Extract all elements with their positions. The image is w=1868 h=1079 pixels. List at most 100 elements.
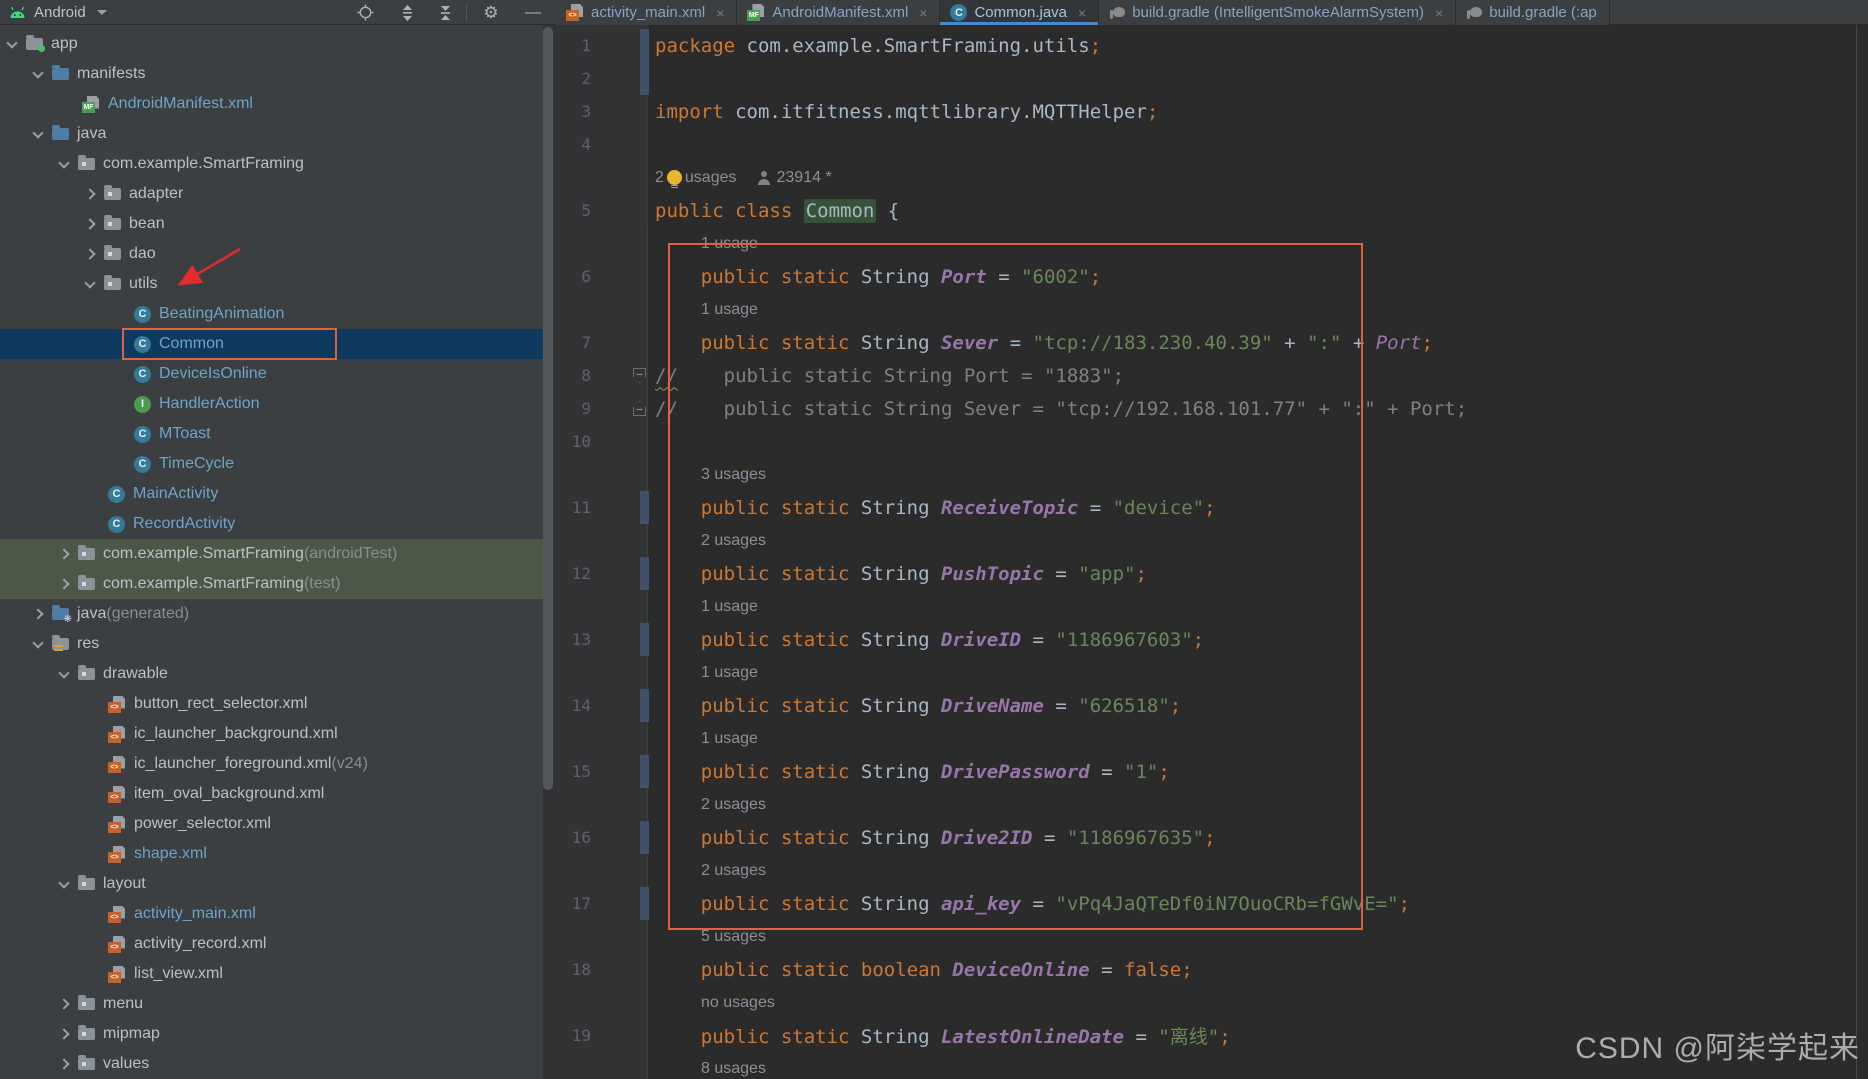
- module-selector[interactable]: Android: [8, 0, 107, 25]
- editor-tab-2[interactable]: MFAndroidManifest.xml×: [737, 0, 940, 25]
- tree-item-adapter[interactable]: adapter: [0, 179, 543, 209]
- tree-item-beatinganimation[interactable]: CBeatingAnimation: [0, 299, 543, 329]
- tree-item-androidmanifest-xml[interactable]: MFAndroidManifest.xml: [0, 89, 543, 119]
- chevron-expanded-icon[interactable]: [58, 157, 69, 168]
- tree-item-ic-launcher-foreground-xml[interactable]: <>ic_launcher_foreground.xml (v24): [0, 749, 543, 779]
- usages-hint[interactable]: 1 usage: [648, 235, 758, 253]
- chevron-collapsed-icon[interactable]: [58, 578, 69, 589]
- tree-item-com-example-smartframing[interactable]: com.example.SmartFraming (test): [0, 569, 543, 599]
- editor-tab-1[interactable]: <>activity_main.xml×: [556, 0, 737, 25]
- collapse-all-icon[interactable]: [432, 0, 458, 25]
- fold-region-icon[interactable]: –: [633, 368, 646, 383]
- chevron-collapsed-icon[interactable]: [58, 548, 69, 559]
- tree-item-power-selector-xml[interactable]: <>power_selector.xml: [0, 809, 543, 839]
- code-line-15: 15 public static String DrivePassword = …: [543, 755, 1868, 788]
- chevron-expanded-icon[interactable]: [58, 667, 69, 678]
- usages-hint[interactable]: 2 usages: [648, 532, 766, 550]
- tree-item-utils[interactable]: utils: [0, 269, 543, 299]
- tree-item-app[interactable]: app: [0, 29, 543, 59]
- code-editor[interactable]: 1package com.example.SmartFraming.utils;…: [543, 25, 1868, 1079]
- close-icon[interactable]: ×: [1435, 5, 1443, 21]
- tree-item-java[interactable]: java: [0, 119, 543, 149]
- tree-item-recordactivity[interactable]: CRecordActivity: [0, 509, 543, 539]
- usages-hint[interactable]: 5 usages: [648, 928, 766, 946]
- editor-tab-5[interactable]: build.gradle (:ap: [1456, 0, 1610, 25]
- chevron-collapsed-icon[interactable]: [84, 248, 95, 259]
- usages-hint[interactable]: 1 usage: [648, 664, 758, 682]
- tree-item-drawable[interactable]: drawable: [0, 659, 543, 689]
- gutter-column: [600, 524, 648, 557]
- tree-item-dao[interactable]: dao: [0, 239, 543, 269]
- author-hint[interactable]: 23914 *: [777, 169, 832, 187]
- settings-icon[interactable]: ⚙: [478, 0, 504, 25]
- tree-item-deviceisonline[interactable]: CDeviceIsOnline: [0, 359, 543, 389]
- code-text: public static String LatestOnlineDate = …: [648, 1022, 1231, 1049]
- tree-item-res[interactable]: res: [0, 629, 543, 659]
- editor-scrollbar-track[interactable]: [1856, 25, 1857, 1079]
- fold-region-icon[interactable]: –: [633, 401, 646, 416]
- tree-item-handleraction[interactable]: IHandlerAction: [0, 389, 543, 419]
- class-icon: C: [134, 336, 151, 353]
- tree-item-list-view-xml[interactable]: <>list_view.xml: [0, 959, 543, 989]
- tree-item-menu[interactable]: menu: [0, 989, 543, 1019]
- usages-hint[interactable]: 1 usage: [648, 730, 758, 748]
- android-studio-window: Android: [0, 0, 1868, 1079]
- intention-bulb-icon[interactable]: [667, 170, 682, 185]
- tree-item-mainactivity[interactable]: CMainActivity: [0, 479, 543, 509]
- close-icon[interactable]: ×: [716, 5, 724, 21]
- tree-item-label: power_selector.xml: [134, 815, 271, 833]
- tree-item-values[interactable]: values: [0, 1049, 543, 1079]
- tree-item-java[interactable]: java (generated): [0, 599, 543, 629]
- chevron-expanded-icon[interactable]: [32, 127, 43, 138]
- chevron-expanded-icon[interactable]: [58, 877, 69, 888]
- tree-item-ic-launcher-background-xml[interactable]: <>ic_launcher_background.xml: [0, 719, 543, 749]
- tree-item-item-oval-background-xml[interactable]: <>item_oval_background.xml: [0, 779, 543, 809]
- tree-item-common[interactable]: CCommon: [0, 329, 543, 359]
- locate-icon[interactable]: [352, 0, 378, 25]
- tree-item-shape-xml[interactable]: <>shape.xml: [0, 839, 543, 869]
- close-icon[interactable]: ×: [1078, 5, 1086, 21]
- usages-hint[interactable]: no usages: [648, 994, 775, 1012]
- tree-item-activity-record-xml[interactable]: <>activity_record.xml: [0, 929, 543, 959]
- class-icon: C: [108, 486, 125, 503]
- usages-hint[interactable]: 8 usages: [648, 1060, 766, 1078]
- tree-item-layout[interactable]: layout: [0, 869, 543, 899]
- tree-item-mipmap[interactable]: mipmap: [0, 1019, 543, 1049]
- close-icon[interactable]: ×: [919, 5, 927, 21]
- tree-item-bean[interactable]: bean: [0, 209, 543, 239]
- tree-item-manifests[interactable]: manifests: [0, 59, 543, 89]
- chevron-collapsed-icon[interactable]: [32, 608, 43, 619]
- usages-hint[interactable]: 2 usages: [648, 796, 766, 814]
- tree-scrollbar[interactable]: [543, 27, 553, 790]
- chevron-collapsed-icon[interactable]: [58, 1028, 69, 1039]
- chevron-expanded-icon[interactable]: [6, 37, 17, 48]
- chevron-collapsed-icon[interactable]: [84, 188, 95, 199]
- usages-hint[interactable]: 2 usages: [648, 862, 766, 880]
- chevron-expanded-icon[interactable]: [32, 67, 43, 78]
- chevron-collapsed-icon[interactable]: [84, 218, 95, 229]
- tree-item-timecycle[interactable]: CTimeCycle: [0, 449, 543, 479]
- tree-item-button-rect-selector-xml[interactable]: <>button_rect_selector.xml: [0, 689, 543, 719]
- tab-label: build.gradle (IntelligentSmokeAlarmSyste…: [1132, 4, 1424, 21]
- chevron-collapsed-icon[interactable]: [58, 998, 69, 1009]
- tree-item-label: adapter: [129, 185, 183, 203]
- hide-panel-icon[interactable]: —: [520, 0, 546, 25]
- tree-item-label: values: [103, 1055, 149, 1073]
- gutter-column: [600, 623, 648, 656]
- chevron-expanded-icon[interactable]: [84, 277, 95, 288]
- chevron-expanded-icon[interactable]: [32, 637, 43, 648]
- chevron-collapsed-icon[interactable]: [58, 1058, 69, 1069]
- change-marker: [640, 62, 649, 95]
- tree-item-com-example-smartframing[interactable]: com.example.SmartFraming (androidTest): [0, 539, 543, 569]
- editor-tab-4[interactable]: build.gradle (IntelligentSmokeAlarmSyste…: [1099, 0, 1456, 25]
- tree-item-mtoast[interactable]: CMToast: [0, 419, 543, 449]
- usages-hint[interactable]: 1 usage: [648, 301, 758, 319]
- code-line-12: 12 public static String PushTopic = "app…: [543, 557, 1868, 590]
- usages-hint[interactable]: 2usages23914 *: [648, 169, 832, 187]
- tree-item-activity-main-xml[interactable]: <>activity_main.xml: [0, 899, 543, 929]
- usages-hint[interactable]: 3 usages: [648, 466, 766, 484]
- expand-all-icon[interactable]: [394, 0, 420, 25]
- tree-item-com-example-smartframing[interactable]: com.example.SmartFraming: [0, 149, 543, 179]
- editor-tab-3[interactable]: CCommon.java×: [940, 0, 1099, 25]
- usages-hint[interactable]: 1 usage: [648, 598, 758, 616]
